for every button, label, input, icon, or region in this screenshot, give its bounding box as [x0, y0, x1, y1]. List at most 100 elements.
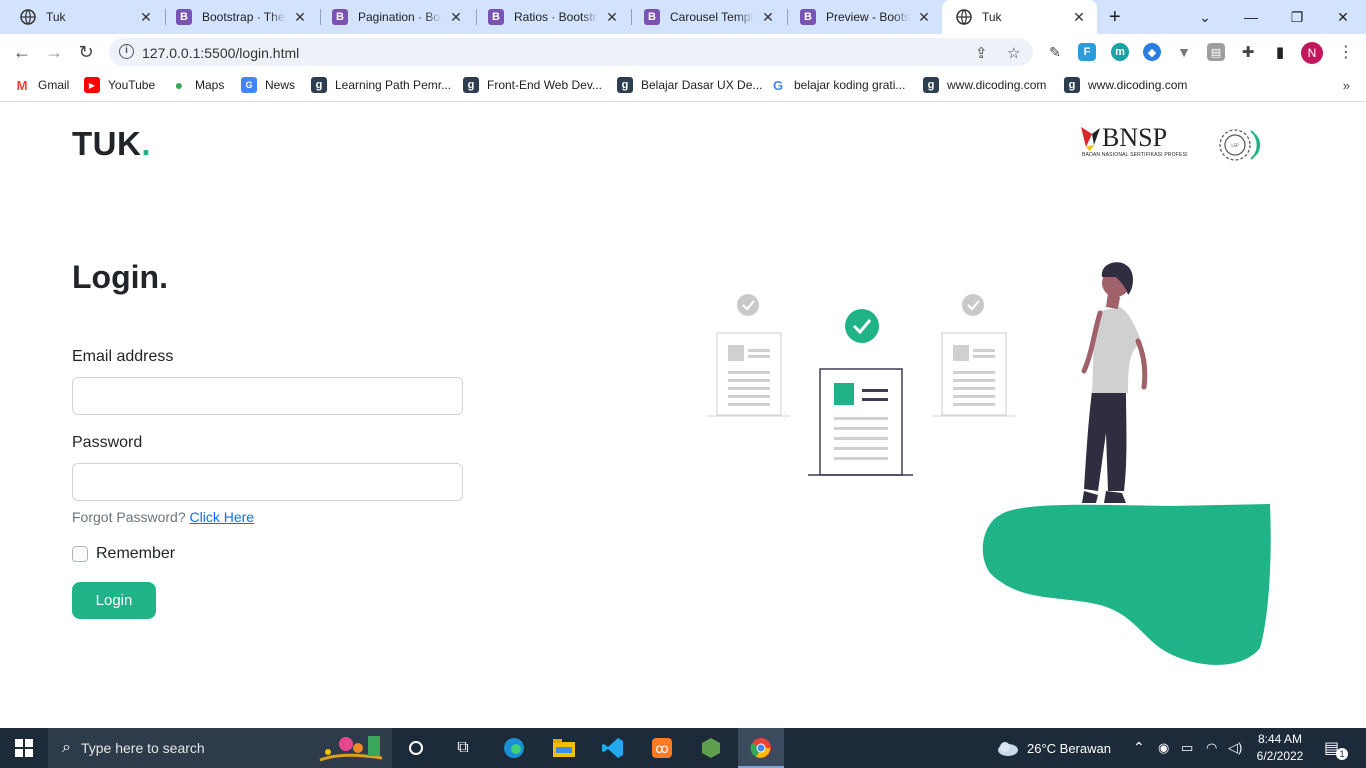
forgot-password-row: Forgot Password? Click Here [72, 509, 254, 525]
dicoding-icon: g [923, 77, 939, 93]
clock-time: 8:44 AM [1257, 732, 1303, 746]
back-icon[interactable]: ← [10, 40, 34, 64]
dicoding-icon: g [311, 77, 327, 93]
document-center [808, 309, 913, 476]
taskbar-clock[interactable]: 8:44 AM 6/2/2022 [1250, 731, 1310, 765]
bookmark-label: www.dicoding.com [1088, 78, 1188, 92]
tab-title: Pagination · Bootstrap [358, 10, 442, 24]
page-title: Login. [72, 259, 168, 295]
google-icon: G [772, 77, 784, 93]
password-field[interactable] [72, 463, 463, 501]
bookmark-dicoding-1[interactable]: g www.dicoding.com [923, 77, 1046, 93]
tab-search-icon[interactable]: ⌄ [1182, 0, 1228, 34]
close-tab-icon[interactable]: ✕ [292, 9, 308, 26]
email-label: Email address [72, 348, 174, 365]
bookmark-frontend[interactable]: g Front-End Web Dev... [463, 77, 602, 93]
close-tab-icon[interactable]: ✕ [138, 9, 154, 26]
close-tab-icon[interactable]: ✕ [916, 9, 932, 26]
bookmark-label: belajar koding grati... [794, 78, 906, 92]
bootstrap-icon: B [488, 9, 504, 25]
tab-tuk-1[interactable]: Tuk ✕ [6, 0, 164, 34]
battery-icon[interactable]: ▭ [1181, 740, 1193, 756]
search-highlight-bird-icon [319, 736, 383, 762]
gmail-icon: M [16, 77, 28, 93]
fi-extension-icon[interactable]: F [1078, 43, 1096, 61]
remember-label[interactable]: Remember [96, 545, 175, 563]
brand-text: TUK [72, 125, 142, 162]
taskbar-search[interactable]: ⌕ Type here to search [48, 728, 392, 768]
wifi-icon[interactable]: ◠ [1206, 740, 1217, 756]
bookmark-learning-path[interactable]: g Learning Path Pemr... [311, 77, 451, 93]
bookmark-ux[interactable]: g Belajar Dasar UX De... [617, 77, 762, 93]
minimize-icon[interactable]: — [1228, 0, 1274, 34]
document-left [707, 294, 790, 417]
more-bookmarks-icon[interactable]: » [1343, 78, 1350, 93]
edge-icon[interactable] [502, 736, 526, 760]
bookmark-label: www.dicoding.com [947, 78, 1047, 92]
bookmark-star-icon[interactable]: ☆ [1007, 44, 1020, 62]
dicoding-icon: g [463, 77, 479, 93]
site-info-icon[interactable]: i [119, 44, 134, 59]
volume-icon[interactable]: ◁) [1228, 740, 1242, 756]
svg-text:ꝏ: ꝏ [655, 742, 668, 757]
new-tab-icon[interactable]: + [1109, 6, 1121, 29]
extensions-puzzle-icon[interactable]: ✚ [1239, 43, 1257, 61]
file-explorer-icon[interactable] [552, 736, 576, 760]
taskbar-search-placeholder: Type here to search [80, 740, 205, 756]
weather-text[interactable]: 26°C Berawan [1027, 741, 1111, 756]
share-icon[interactable]: ⇪ [975, 44, 988, 62]
clock-date: 6/2/2022 [1256, 749, 1304, 763]
tab-title: Ratios · Bootstrap v5 [514, 10, 598, 24]
task-view-icon[interactable]: ⧉ [451, 736, 475, 760]
eyedropper-extension-icon[interactable]: ✎ [1046, 43, 1064, 61]
url-text[interactable]: 127.0.0.1:5500/login.html [142, 45, 299, 61]
flame-extension-icon[interactable]: ◆ [1143, 43, 1161, 61]
tray-chevron-icon[interactable]: ⌃ [1133, 739, 1145, 756]
vscode-icon[interactable] [601, 736, 625, 760]
tab-tuk-active[interactable]: Tuk ✕ [942, 0, 1097, 34]
meet-icon[interactable]: ◉ [1158, 740, 1169, 756]
close-tab-icon[interactable]: ✕ [1071, 9, 1087, 26]
svg-text:LSP: LSP [1231, 143, 1239, 148]
chrome-icon[interactable] [749, 736, 773, 760]
xampp-icon[interactable]: ꝏ [650, 736, 674, 760]
bookmark-youtube[interactable]: ▶ YouTube [84, 77, 155, 93]
restore-icon[interactable]: ❐ [1274, 0, 1320, 34]
weather-cloud-icon[interactable] [996, 736, 1020, 760]
forgot-password-link[interactable]: Click Here [190, 509, 255, 525]
tab-carousel[interactable]: B Carousel Template · Bootstrap ✕ [630, 0, 786, 34]
bookmark-news[interactable]: G News [241, 77, 295, 93]
address-bar[interactable]: i 127.0.0.1:5500/login.html ⇪ ☆ [109, 38, 1033, 66]
windows-start-icon[interactable] [0, 728, 48, 768]
person-figure [1081, 262, 1148, 503]
tools-extension-icon[interactable]: ▤ [1207, 43, 1225, 61]
side-panel-icon[interactable]: ▮ [1271, 43, 1289, 61]
bookmark-gmail[interactable]: M Gmail [14, 77, 70, 93]
email-field[interactable] [72, 377, 463, 415]
bootstrap-icon: B [800, 9, 816, 25]
bookmark-dicoding-2[interactable]: g www.dicoding.com [1064, 77, 1187, 93]
close-tab-icon[interactable]: ✕ [760, 9, 776, 26]
remember-checkbox[interactable] [72, 546, 88, 562]
menu-kebab-icon[interactable]: ⋮ [1338, 42, 1354, 62]
bookmark-google[interactable]: G belajar koding grati... [770, 77, 905, 93]
nodejs-icon[interactable] [699, 736, 723, 760]
cortana-icon[interactable] [404, 736, 428, 760]
document-right [932, 294, 1015, 417]
login-button[interactable]: Login [72, 582, 156, 619]
bookmark-maps[interactable]: ● Maps [171, 77, 225, 93]
close-tab-icon[interactable]: ✕ [448, 9, 464, 26]
tab-bootstrap[interactable]: B Bootstrap · The most popular HTML ✕ [162, 0, 318, 34]
tab-ratios[interactable]: B Ratios · Bootstrap v5 ✕ [474, 0, 630, 34]
close-window-icon[interactable]: ✕ [1320, 0, 1366, 34]
reload-icon[interactable]: ↻ [74, 40, 98, 64]
tab-pagination[interactable]: B Pagination · Bootstrap ✕ [318, 0, 474, 34]
vue-extension-icon[interactable]: ▼ [1175, 43, 1193, 61]
forward-icon[interactable]: → [42, 40, 66, 64]
tab-preview[interactable]: B Preview - Bootstrap ✕ [786, 0, 942, 34]
brand-logo[interactable]: TUK. [72, 125, 151, 163]
profile-avatar[interactable]: N [1301, 42, 1323, 64]
m-extension-icon[interactable]: m [1111, 43, 1129, 61]
close-tab-icon[interactable]: ✕ [604, 9, 620, 26]
tab-title: Preview - Bootstrap [826, 10, 910, 24]
